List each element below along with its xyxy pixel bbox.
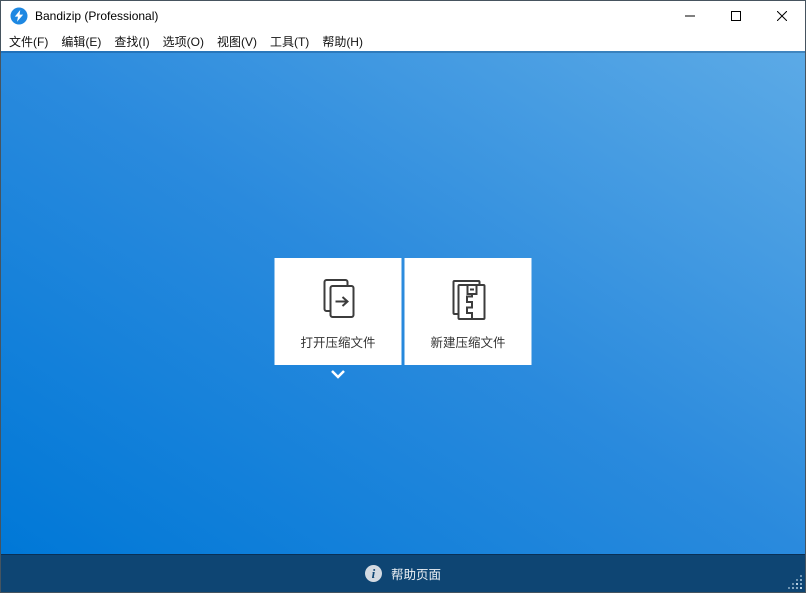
menu-item-view[interactable]: 视图(V)	[217, 33, 257, 50]
maximize-button[interactable]	[713, 1, 759, 31]
minimize-button[interactable]	[667, 1, 713, 31]
bandizip-window: Bandizip (Professional) 文件(F) 编辑(E) 查找(I…	[0, 0, 806, 593]
menu-item-help[interactable]: 帮助(H)	[322, 33, 363, 50]
window-title: Bandizip (Professional)	[35, 9, 158, 23]
info-icon: i	[365, 565, 382, 582]
bandizip-logo-icon	[10, 7, 28, 25]
new-archive-label: 新建压缩文件	[430, 332, 505, 351]
window-controls	[667, 1, 805, 31]
new-archive-button[interactable]: 新建压缩文件	[405, 258, 532, 365]
menu-item-options[interactable]: 选项(O)	[163, 33, 204, 50]
resize-grip[interactable]	[784, 571, 802, 589]
new-archive-icon	[444, 272, 492, 326]
menu-bar: 文件(F) 编辑(E) 查找(I) 选项(O) 视图(V) 工具(T) 帮助(H…	[1, 31, 805, 51]
chevron-down-icon[interactable]	[329, 368, 347, 380]
start-buttons: 打开压缩文件 新建压缩文件	[275, 258, 532, 365]
open-archive-label: 打开压缩文件	[300, 332, 375, 351]
main-area: 打开压缩文件 新建压缩文件	[1, 51, 805, 554]
title-bar: Bandizip (Professional)	[1, 1, 805, 31]
help-bar[interactable]: i 帮助页面	[1, 554, 805, 593]
menu-item-tools[interactable]: 工具(T)	[270, 33, 309, 50]
help-label: 帮助页面	[391, 564, 441, 583]
menu-item-edit[interactable]: 编辑(E)	[61, 33, 101, 50]
close-button[interactable]	[759, 1, 805, 31]
open-archive-button[interactable]: 打开压缩文件	[275, 258, 402, 365]
menu-item-find[interactable]: 查找(I)	[114, 33, 149, 50]
open-archive-icon	[314, 272, 362, 326]
menu-item-file[interactable]: 文件(F)	[9, 33, 48, 50]
